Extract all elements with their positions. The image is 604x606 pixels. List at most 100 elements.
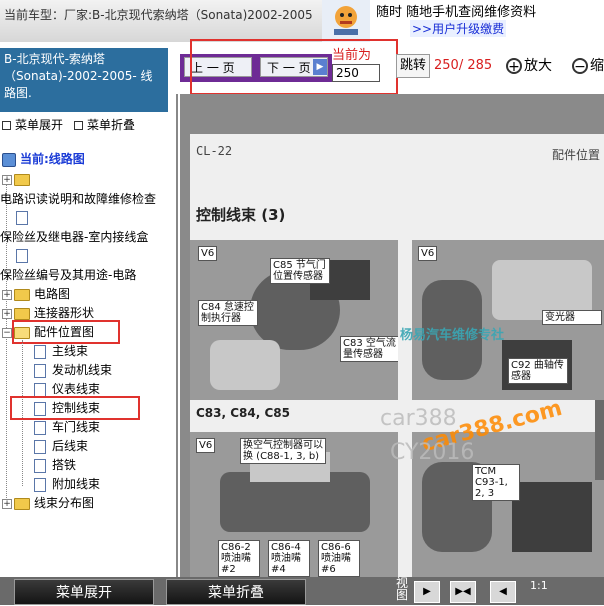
expand-toggle-icon[interactable]: + bbox=[2, 498, 12, 509]
page-count: 250/ 285 bbox=[434, 58, 493, 73]
zoom-in-button[interactable]: + 放大 bbox=[506, 54, 552, 78]
tree-node-label: 主线束 bbox=[52, 344, 89, 358]
collapse-toggle-icon[interactable]: − bbox=[2, 327, 12, 338]
tree-node-label: 后线束 bbox=[52, 439, 89, 453]
zoom-out-label: 缩 bbox=[590, 58, 604, 74]
tree-node-extra-harness[interactable]: 附加线束 bbox=[34, 475, 100, 493]
expand-toggle-icon[interactable]: + bbox=[2, 289, 12, 300]
tree-node-label: 保险丝及继电器-室内接线盒 bbox=[0, 230, 149, 244]
tree-node-label: 车门线束 bbox=[52, 420, 101, 434]
tree-node-root-folder[interactable]: + bbox=[2, 170, 34, 188]
part-label-c84: C84 怠速控制执行器 bbox=[198, 300, 258, 326]
folder-icon bbox=[14, 288, 30, 301]
vehicle-title: B-北京现代-索纳塔（Sonata)-2002-2005- 线路图. bbox=[4, 52, 153, 100]
photo-caption: C83, C84, C85 bbox=[196, 406, 290, 420]
document-icon bbox=[34, 477, 46, 492]
folder-icon bbox=[14, 497, 30, 510]
current-vehicle-header: 当前车型：厂家:B-北京现代索纳塔（Sonata)2002-2005 bbox=[0, 0, 322, 42]
page-tag: CL-22 bbox=[196, 144, 233, 158]
watermark-text: 杨易汽车维修专社 bbox=[400, 328, 505, 343]
document-icon bbox=[34, 382, 46, 397]
tree-node-engine-harness[interactable]: 发动机线束 bbox=[34, 361, 112, 379]
folder-icon bbox=[14, 307, 30, 320]
document-icon bbox=[34, 363, 46, 378]
zoom-out-icon: − bbox=[572, 58, 588, 75]
arrow-right-icon: ▶ bbox=[423, 586, 431, 597]
document-icon bbox=[16, 248, 28, 263]
view-label: 视图 bbox=[396, 576, 409, 602]
document-viewer[interactable]: CL-22 配件位置 控制线束 (3) V6 C85 节气门位置传感器 C84 … bbox=[180, 94, 604, 577]
part-label-intake: 换空气控制器可以换 (C88-1, 3, b) bbox=[240, 438, 326, 464]
highlight-box bbox=[190, 39, 398, 95]
fit-width-icon: ▶◀ bbox=[455, 586, 471, 597]
tree-node-label: 保险丝编号及其用途-电路 bbox=[0, 268, 137, 282]
current-node[interactable]: 当前:线路图 bbox=[2, 150, 85, 168]
tree-node-wiring-guide[interactable]: 电路识读说明和故障维修检查 bbox=[0, 190, 156, 208]
engine-photo-3: V6 换空气控制器可以换 (C88-1, 3, b) C86-2 喷油嘴 #2 … bbox=[190, 432, 398, 577]
highlight-box bbox=[10, 396, 140, 420]
zoom-in-label: 放大 bbox=[524, 58, 552, 74]
view-fit-button[interactable]: ▶◀ bbox=[450, 581, 476, 603]
tree-node-label: 线束分布图 bbox=[34, 496, 95, 510]
logo-area bbox=[322, 0, 370, 42]
zoom-ratio: 1:1 bbox=[530, 579, 548, 592]
tree-node-main-harness[interactable]: 主线束 bbox=[34, 342, 88, 360]
photo-tag: V6 bbox=[198, 246, 218, 261]
view-next-button[interactable]: ▶ bbox=[414, 581, 440, 603]
tree-node-label: 电路识读说明和故障维修检查 bbox=[0, 192, 157, 206]
tree-node-fuse-relay[interactable]: 保险丝及继电器-室内接线盒 bbox=[0, 228, 148, 246]
engine-photo-1: V6 C85 节气门位置传感器 C84 怠速控制执行器 C83 空气流量传感器 bbox=[190, 240, 398, 400]
document-icon bbox=[34, 439, 46, 454]
part-label-c86-4: C86-4 喷油嘴 #4 bbox=[268, 540, 310, 577]
part-label-c83: C83 空气流量传感器 bbox=[340, 336, 398, 362]
part-label-tcm: TCM C93-1, 2, 3 bbox=[472, 464, 520, 501]
current-label: 当前:线路图 bbox=[20, 152, 85, 166]
tree-node-doc[interactable] bbox=[16, 208, 34, 226]
tree-node-doc[interactable] bbox=[16, 246, 34, 264]
jump-button[interactable]: 跳转 bbox=[396, 54, 430, 78]
menu-collapse-label: 菜单折叠 bbox=[87, 118, 136, 132]
tree-node-label: 附加线束 bbox=[52, 477, 101, 491]
document-icon bbox=[34, 458, 46, 473]
tree-node-label: 发动机线束 bbox=[52, 363, 113, 377]
part-label-misc: 变光器 bbox=[542, 310, 602, 325]
bottom-expand-button[interactable]: 菜单展开 bbox=[14, 579, 154, 605]
tree-node-door-harness[interactable]: 车门线束 bbox=[34, 418, 100, 436]
bottom-bar: 菜单展开 菜单折叠 视图 ▶ ▶◀ ◀ 1:1 bbox=[0, 577, 604, 605]
tree-node-label: 仪表线束 bbox=[52, 382, 101, 396]
computer-icon bbox=[2, 152, 16, 167]
upgrade-link[interactable]: >>用户升级缴费 bbox=[410, 20, 507, 37]
tree-node-harness-layout[interactable]: + 线束分布图 bbox=[2, 494, 94, 512]
tree-node-ground[interactable]: 搭铁 bbox=[34, 456, 76, 474]
photo-tag: V6 bbox=[196, 438, 216, 453]
folder-icon bbox=[14, 173, 30, 186]
menu-expand-label: 菜单展开 bbox=[15, 118, 64, 132]
promo-area: 随时 随地手机查阅维修资料 >>用户升级缴费 bbox=[370, 0, 604, 42]
scrollbar[interactable] bbox=[595, 400, 604, 480]
expand-toggle-icon[interactable]: + bbox=[2, 308, 12, 319]
zoom-in-icon: + bbox=[506, 58, 522, 75]
view-prev-button[interactable]: ◀ bbox=[490, 581, 516, 603]
photo-tag: V6 bbox=[418, 246, 438, 261]
part-label-c92: C92 曲轴传感器 bbox=[508, 358, 568, 384]
sidebar: B-北京现代-索纳塔（Sonata)-2002-2005- 线路图. 菜单展开 … bbox=[0, 42, 178, 577]
part-label-c85: C85 节气门位置传感器 bbox=[270, 258, 330, 284]
expand-toggle-icon[interactable]: + bbox=[2, 174, 12, 185]
toolbar: 上 一 页 下 一 页 ▶ 当前为 跳转 250/ 285 +放大 −缩 bbox=[176, 39, 604, 95]
menu-expand-link[interactable]: 菜单展开 bbox=[2, 116, 63, 133]
tree-node-label: 搭铁 bbox=[52, 458, 77, 472]
zoom-out-button[interactable]: − 缩 bbox=[572, 54, 604, 78]
tree-node-rear-harness[interactable]: 后线束 bbox=[34, 437, 88, 455]
tree-node-fuse-usage[interactable]: 保险丝编号及其用途-电路 bbox=[0, 266, 136, 284]
promo-main-text: 随时 随地手机查阅维修资料 bbox=[376, 5, 537, 20]
tree-node-circuit-diagram[interactable]: + 电路图 bbox=[2, 285, 70, 303]
document-icon bbox=[16, 210, 28, 225]
page-title: 控制线束 (3) bbox=[196, 206, 286, 224]
watermark-year: CY2016 bbox=[390, 440, 475, 465]
tree-node-label: 电路图 bbox=[34, 287, 71, 301]
mechanic-logo-icon bbox=[334, 6, 358, 35]
menu-ops-row: 菜单展开 菜单折叠 bbox=[0, 116, 176, 134]
menu-collapse-link[interactable]: 菜单折叠 bbox=[74, 116, 135, 133]
part-label-c86-2: C86-2 喷油嘴 #2 bbox=[218, 540, 260, 577]
bottom-collapse-button[interactable]: 菜单折叠 bbox=[166, 579, 306, 605]
